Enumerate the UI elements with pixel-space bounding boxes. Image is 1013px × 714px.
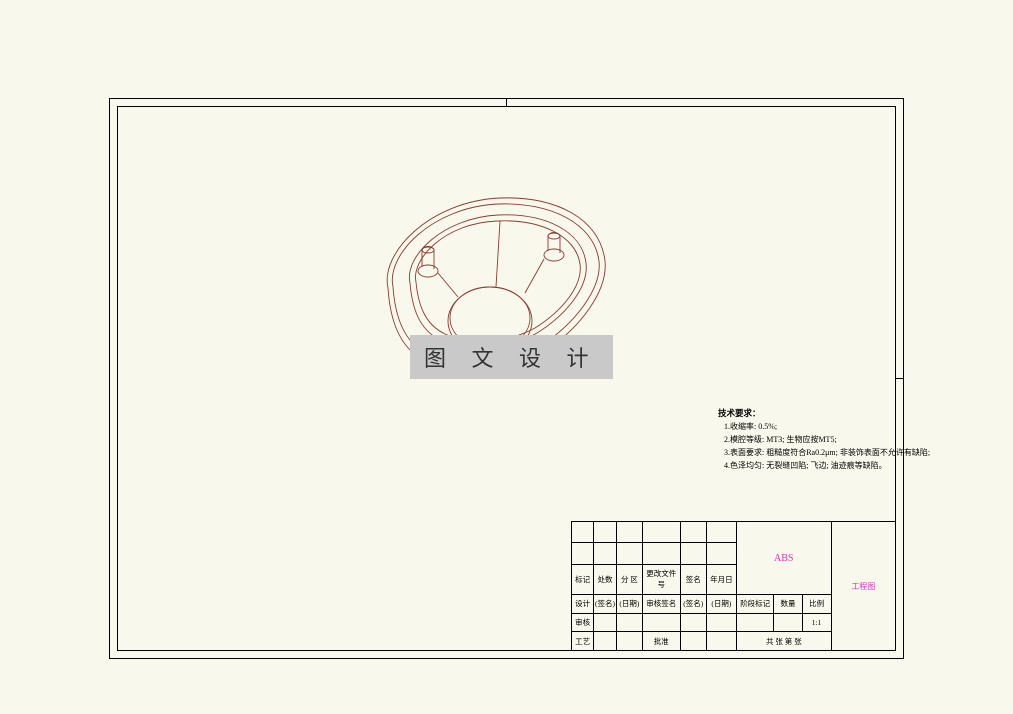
scale-value: 1:1 (802, 613, 831, 632)
hdr-zone: 分 区 (616, 564, 642, 595)
qty-label: 数量 (774, 595, 802, 614)
cell: 审核签名 (643, 595, 681, 614)
hdr-sign: 签名 (680, 564, 706, 595)
tech-item: 1.收缩率: 0.5%; (724, 420, 930, 433)
row-design: 设计 (572, 595, 594, 614)
tech-title: 技术要求： (718, 407, 930, 420)
cell: (签名) (594, 595, 616, 614)
hdr-count: 处数 (594, 564, 616, 595)
hdr-change: 更改文件号 (643, 564, 681, 595)
stage-mark: 阶段标记 (736, 595, 774, 614)
row-check: 审核 (572, 613, 594, 632)
centering-mark-right (896, 378, 904, 379)
sheet-info: 共 张 第 张 (736, 632, 831, 651)
row-process: 工艺 (572, 632, 594, 651)
centering-mark-top (506, 98, 507, 106)
material-cell: ABS (736, 522, 831, 595)
cell: (签名) (680, 595, 706, 614)
title-block: ABS 工程图 标记 处数 分 区 更改文件号 签名 年月日 设计 (签名) (… (571, 521, 896, 651)
cell: (日期) (616, 595, 642, 614)
tech-item: 2.模腔等级: MT3; 生物应按MT5; (724, 433, 930, 446)
drawing-type-cell: 工程图 (831, 522, 895, 651)
row-approve: 批准 (643, 632, 681, 651)
tech-item: 4.色泽均匀: 无裂缝凹陷; 飞边; 油迹痕等缺陷。 (724, 459, 930, 472)
tech-item: 3.表面要求: 粗糙度符合Ra0.2μm; 非装饰表面不允许有缺陷; (724, 446, 930, 459)
cell: (日期) (706, 595, 736, 614)
hdr-date: 年月日 (706, 564, 736, 595)
technical-requirements: 技术要求： 1.收缩率: 0.5%; 2.模腔等级: MT3; 生物应按MT5;… (718, 407, 930, 472)
scale-label: 比例 (802, 595, 831, 614)
watermark-label: 图 文 设 计 (410, 335, 613, 379)
hdr-mark: 标记 (572, 564, 594, 595)
